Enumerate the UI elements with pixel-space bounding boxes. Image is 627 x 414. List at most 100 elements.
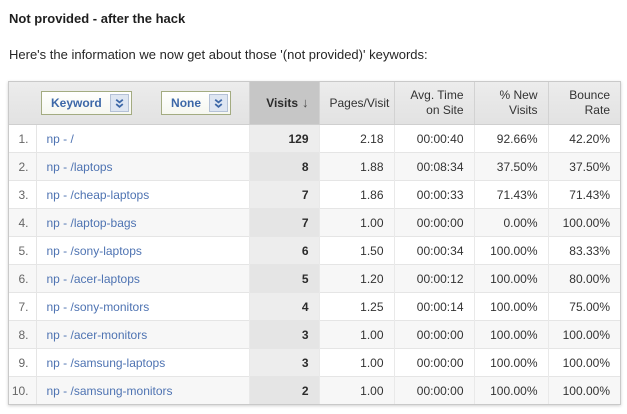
visits-cell: 129 bbox=[249, 125, 319, 153]
pages-per-visit-cell: 1.50 bbox=[319, 237, 394, 265]
column-header-avg-time-on-site[interactable]: Avg. Time on Site bbox=[394, 82, 474, 125]
avg-time-on-site-cell: 00:00:00 bbox=[394, 349, 474, 377]
pct-new-visits-cell: 71.43% bbox=[474, 181, 548, 209]
table-row: 8. np - /acer-monitors 3 1.00 00:00:00 1… bbox=[9, 321, 620, 349]
keyword-cell: np - /acer-monitors bbox=[36, 321, 249, 349]
avg-time-on-site-cell: 00:00:00 bbox=[394, 321, 474, 349]
row-rank: 2. bbox=[9, 153, 36, 181]
keyword-cell: np - /samsung-monitors bbox=[36, 377, 249, 405]
row-rank: 10. bbox=[9, 377, 36, 405]
bounce-rate-cell: 100.00% bbox=[548, 349, 620, 377]
visits-cell: 7 bbox=[249, 209, 319, 237]
pct-new-visits-cell: 100.00% bbox=[474, 237, 548, 265]
keyword-link[interactable]: np - /samsung-laptops bbox=[47, 356, 166, 370]
table-row: 10. np - /samsung-monitors 2 1.00 00:00:… bbox=[9, 377, 620, 405]
row-rank: 7. bbox=[9, 293, 36, 321]
visits-cell: 6 bbox=[249, 237, 319, 265]
column-header-visits[interactable]: Visits↓ bbox=[249, 82, 319, 125]
sort-descending-icon: ↓ bbox=[302, 95, 309, 110]
keyword-link[interactable]: np - /sony-monitors bbox=[47, 300, 150, 314]
avg-time-on-site-cell: 00:00:14 bbox=[394, 293, 474, 321]
secondary-dimension-dropdown-label: None bbox=[171, 96, 201, 110]
page: Not provided - after the hack Here's the… bbox=[0, 0, 627, 413]
column-header-bounce-rate[interactable]: Bounce Rate bbox=[548, 82, 620, 125]
row-rank: 1. bbox=[9, 125, 36, 153]
pages-per-visit-cell: 1.25 bbox=[319, 293, 394, 321]
visits-cell: 3 bbox=[249, 349, 319, 377]
bounce-rate-cell: 42.20% bbox=[548, 125, 620, 153]
avg-time-on-site-cell: 00:00:00 bbox=[394, 209, 474, 237]
table-row: 4. np - /laptop-bags 7 1.00 00:00:00 0.0… bbox=[9, 209, 620, 237]
visits-cell: 4 bbox=[249, 293, 319, 321]
visits-cell: 2 bbox=[249, 377, 319, 405]
pages-per-visit-cell: 1.88 bbox=[319, 153, 394, 181]
page-title: Not provided - after the hack bbox=[9, 11, 619, 26]
keyword-cell: np - /samsung-laptops bbox=[36, 349, 249, 377]
keyword-cell: np - /laptop-bags bbox=[36, 209, 249, 237]
double-chevron-icon bbox=[209, 94, 228, 112]
visits-cell: 3 bbox=[249, 321, 319, 349]
keyword-cell: np - /sony-laptops bbox=[36, 237, 249, 265]
pages-per-visit-cell: 2.18 bbox=[319, 125, 394, 153]
avg-time-on-site-cell: 00:00:00 bbox=[394, 377, 474, 405]
row-rank: 9. bbox=[9, 349, 36, 377]
table-row: 5. np - /sony-laptops 6 1.50 00:00:34 10… bbox=[9, 237, 620, 265]
row-rank: 3. bbox=[9, 181, 36, 209]
pct-new-visits-cell: 100.00% bbox=[474, 377, 548, 405]
row-rank: 8. bbox=[9, 321, 36, 349]
pages-per-visit-cell: 1.86 bbox=[319, 181, 394, 209]
keyword-cell: np - / bbox=[36, 125, 249, 153]
table-row: 7. np - /sony-monitors 4 1.25 00:00:14 1… bbox=[9, 293, 620, 321]
double-chevron-icon bbox=[110, 94, 129, 112]
bounce-rate-cell: 37.50% bbox=[548, 153, 620, 181]
avg-time-on-site-cell: 00:00:33 bbox=[394, 181, 474, 209]
keyword-cell: np - /sony-monitors bbox=[36, 293, 249, 321]
pages-per-visit-cell: 1.00 bbox=[319, 377, 394, 405]
bounce-rate-cell: 100.00% bbox=[548, 321, 620, 349]
pages-per-visit-cell: 1.00 bbox=[319, 321, 394, 349]
bounce-rate-cell: 83.33% bbox=[548, 237, 620, 265]
pct-new-visits-cell: 100.00% bbox=[474, 265, 548, 293]
keyword-link[interactable]: np - /samsung-monitors bbox=[47, 384, 173, 398]
keywords-table: Keyword None bbox=[9, 82, 620, 404]
column-header-pct-new-visits[interactable]: % New Visits bbox=[474, 82, 548, 125]
table-row: 6. np - /acer-laptops 5 1.20 00:00:12 10… bbox=[9, 265, 620, 293]
table-row: 2. np - /laptops 8 1.88 00:08:34 37.50% … bbox=[9, 153, 620, 181]
keyword-link[interactable]: np - /acer-laptops bbox=[47, 272, 140, 286]
keyword-dimension-dropdown-label: Keyword bbox=[51, 96, 102, 110]
keyword-cell: np - /cheap-laptops bbox=[36, 181, 249, 209]
bounce-rate-cell: 80.00% bbox=[548, 265, 620, 293]
keyword-link[interactable]: np - /laptop-bags bbox=[47, 216, 137, 230]
pct-new-visits-cell: 100.00% bbox=[474, 293, 548, 321]
visits-cell: 5 bbox=[249, 265, 319, 293]
avg-time-on-site-cell: 00:08:34 bbox=[394, 153, 474, 181]
table-header-row: Keyword None bbox=[9, 82, 620, 125]
keyword-link[interactable]: np - /acer-monitors bbox=[47, 328, 148, 342]
visits-cell: 7 bbox=[249, 181, 319, 209]
bounce-rate-cell: 100.00% bbox=[548, 377, 620, 405]
pct-new-visits-cell: 37.50% bbox=[474, 153, 548, 181]
keyword-link[interactable]: np - /laptops bbox=[47, 160, 113, 174]
row-rank: 6. bbox=[9, 265, 36, 293]
secondary-dimension-dropdown[interactable]: None bbox=[161, 91, 231, 115]
keywords-table-container: Keyword None bbox=[8, 81, 621, 405]
table-row: 9. np - /samsung-laptops 3 1.00 00:00:00… bbox=[9, 349, 620, 377]
avg-time-on-site-cell: 00:00:12 bbox=[394, 265, 474, 293]
keyword-link[interactable]: np - /cheap-laptops bbox=[47, 188, 150, 202]
row-rank: 5. bbox=[9, 237, 36, 265]
pages-per-visit-cell: 1.00 bbox=[319, 349, 394, 377]
bounce-rate-cell: 100.00% bbox=[548, 209, 620, 237]
keyword-cell: np - /acer-laptops bbox=[36, 265, 249, 293]
table-body: 1. np - / 129 2.18 00:00:40 92.66% 42.20… bbox=[9, 125, 620, 405]
avg-time-on-site-cell: 00:00:34 bbox=[394, 237, 474, 265]
keyword-dimension-dropdown[interactable]: Keyword bbox=[41, 91, 132, 115]
pct-new-visits-cell: 100.00% bbox=[474, 321, 548, 349]
column-header-pages-per-visit[interactable]: Pages/Visit bbox=[319, 82, 394, 125]
pct-new-visits-cell: 92.66% bbox=[474, 125, 548, 153]
intro-text: Here's the information we now get about … bbox=[9, 47, 619, 62]
keyword-cell: np - /laptops bbox=[36, 153, 249, 181]
bounce-rate-cell: 71.43% bbox=[548, 181, 620, 209]
keyword-link[interactable]: np - /sony-laptops bbox=[47, 244, 142, 258]
avg-time-on-site-cell: 00:00:40 bbox=[394, 125, 474, 153]
keyword-link[interactable]: np - / bbox=[47, 132, 74, 146]
